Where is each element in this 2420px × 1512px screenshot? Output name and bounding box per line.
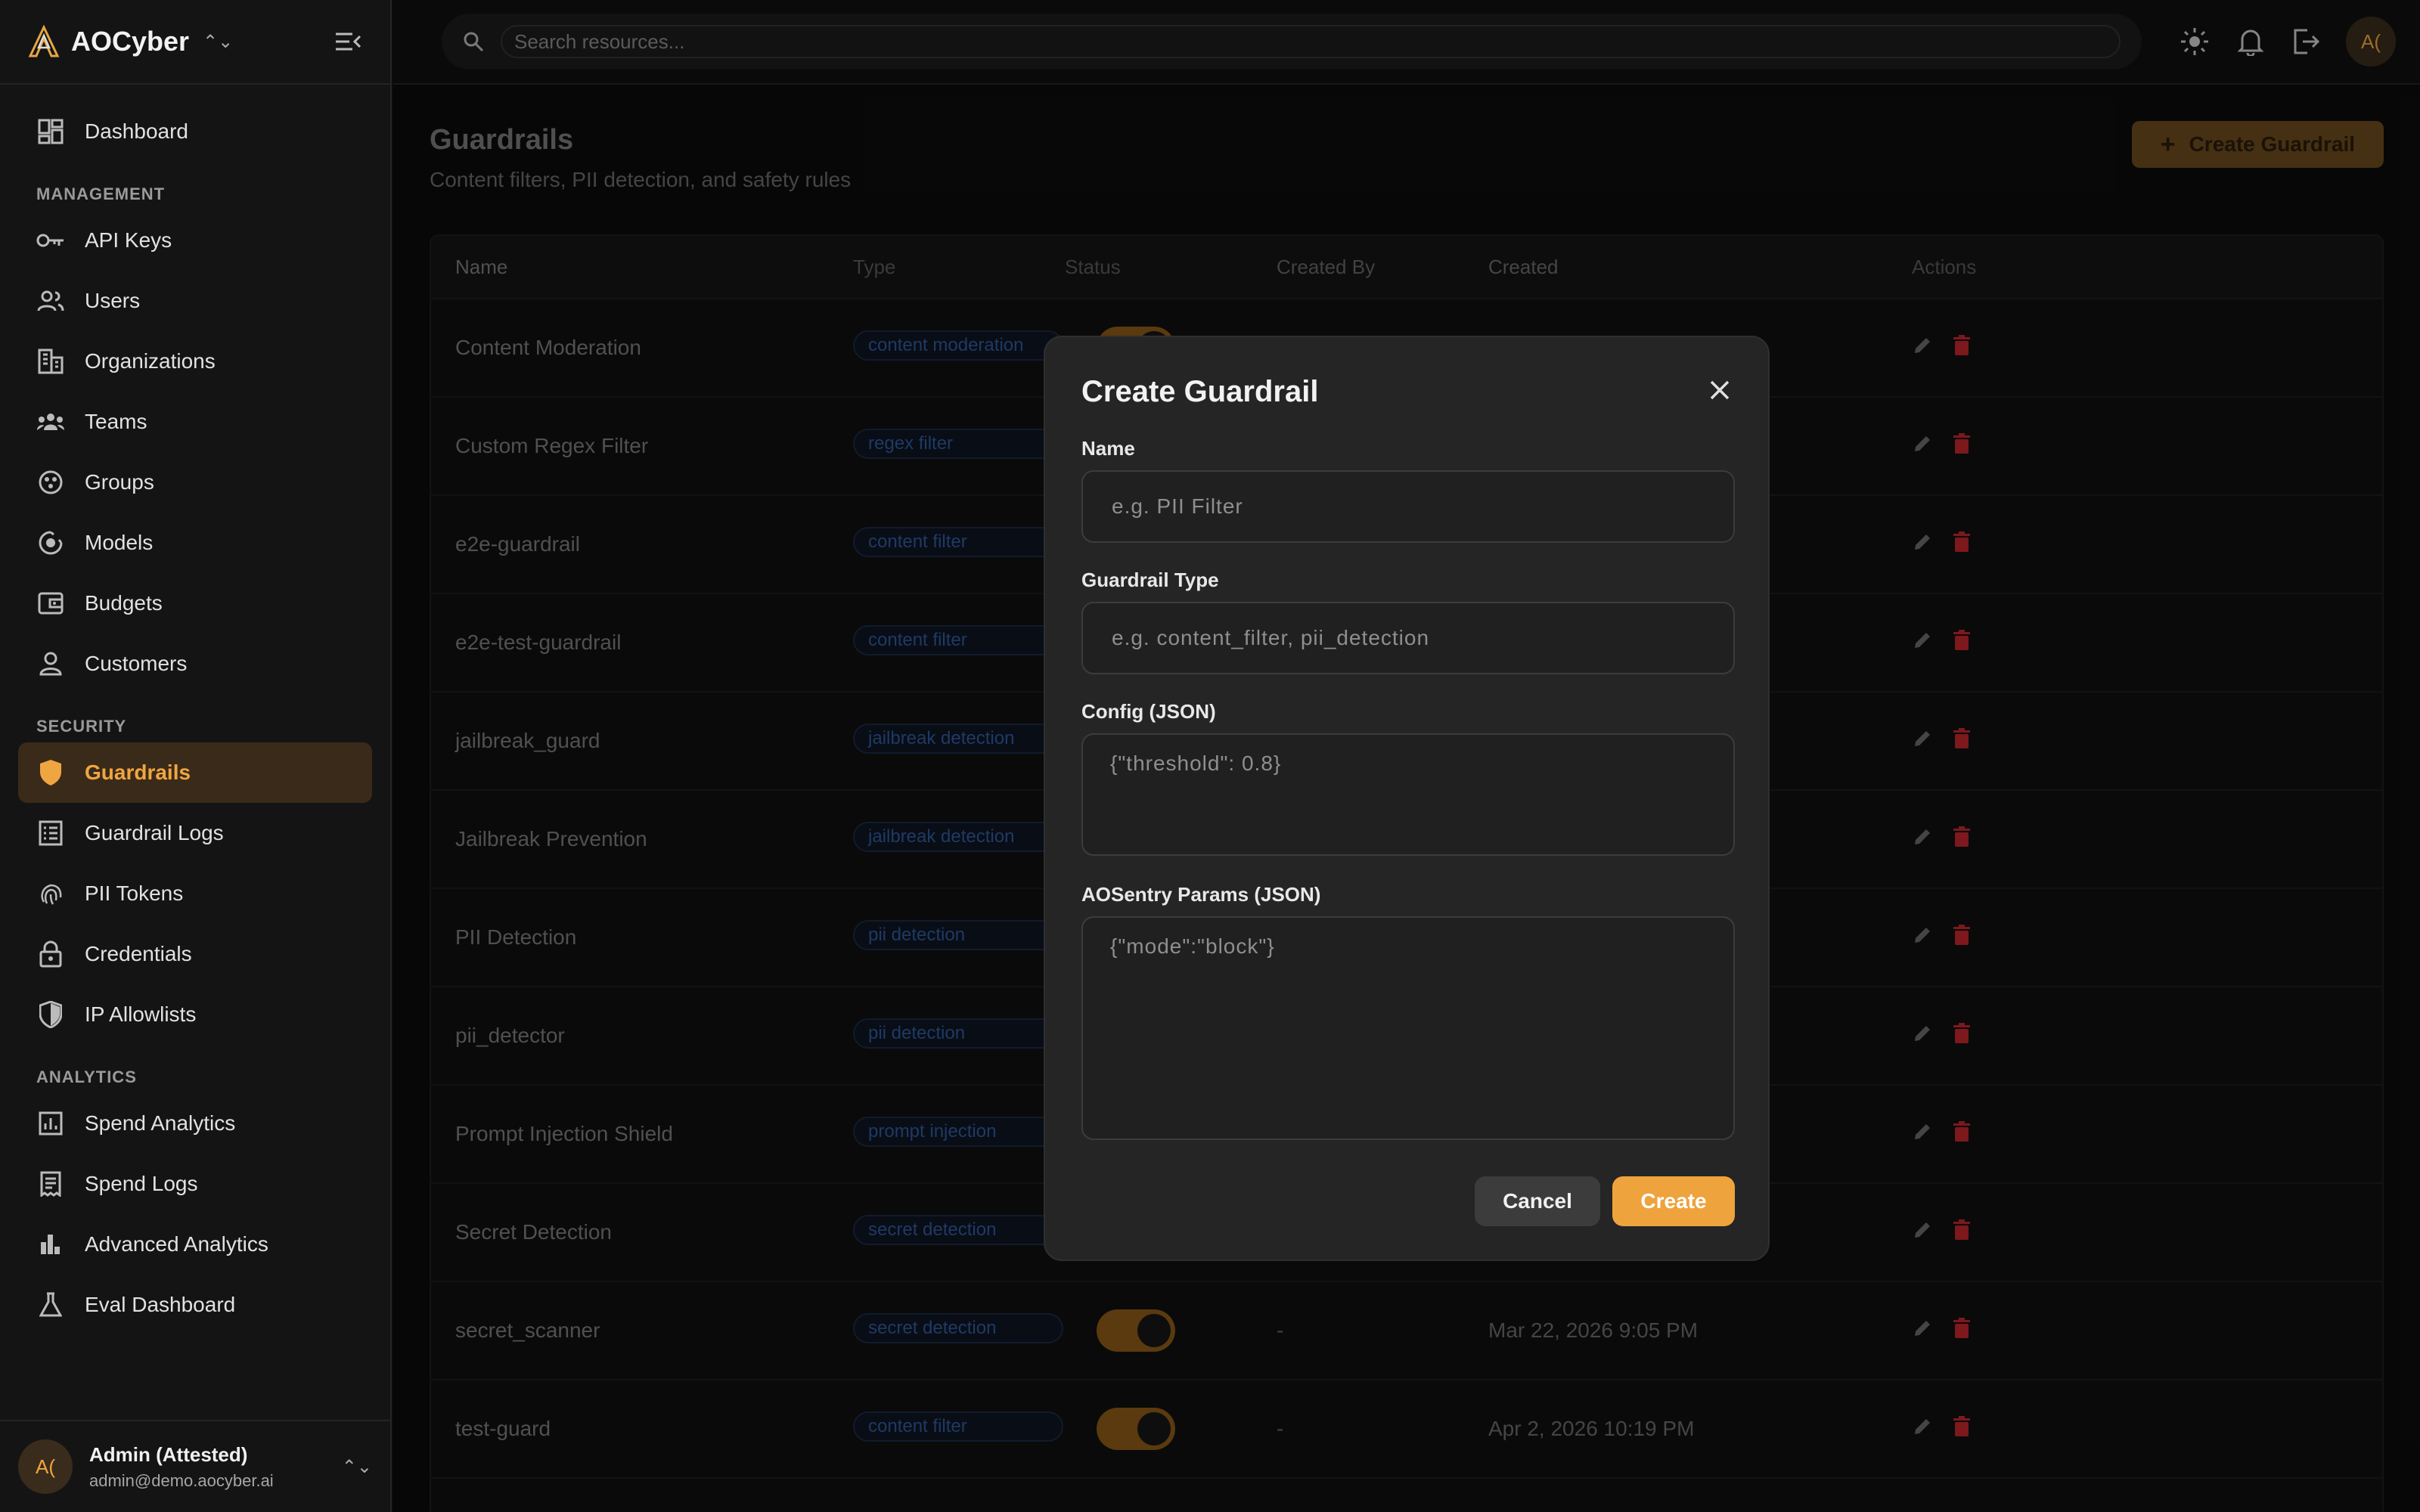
- sidebar-item-label: Customers: [85, 652, 188, 675]
- sidebar-item-label: Advanced Analytics: [85, 1232, 268, 1256]
- avatar: A(: [18, 1439, 73, 1494]
- user-name: Admin (Attested): [89, 1442, 248, 1466]
- guardrail-type-input[interactable]: [1081, 602, 1735, 674]
- sidebar-item-label: IP Allowlists: [85, 1002, 197, 1026]
- sidebar-item-label: Organizations: [85, 349, 216, 373]
- org-switch-chevron-icon[interactable]: ⌃⌄: [203, 31, 233, 53]
- type-label: Guardrail Type: [1081, 569, 1219, 591]
- user-menu[interactable]: A( Admin (Attested) admin@demo.aocyber.a…: [0, 1420, 390, 1512]
- sidebar-item-label: Eval Dashboard: [85, 1293, 236, 1316]
- sidebar-item-eval-dashboard[interactable]: Eval Dashboard: [18, 1275, 372, 1335]
- sidebar-item-spend-logs[interactable]: Spend Logs: [18, 1154, 372, 1214]
- create-guardrail-modal: Create Guardrail Name Guardrail Type Con…: [1044, 336, 1770, 1261]
- sidebar-item-api-keys[interactable]: API Keys: [18, 210, 372, 271]
- config-json-textarea[interactable]: [1081, 733, 1735, 856]
- sidebar-item-label: Users: [85, 289, 141, 312]
- aocyber-logo-icon: [28, 25, 60, 57]
- sidebar-item-ip-allowlists[interactable]: IP Allowlists: [18, 984, 372, 1045]
- groups-icon: [36, 468, 65, 497]
- key-icon: [36, 226, 65, 255]
- section-management: MANAGEMENT: [36, 184, 166, 203]
- users-icon: [36, 287, 65, 315]
- sidebar-item-guardrail-logs[interactable]: Guardrail Logs: [18, 803, 372, 863]
- brand-name[interactable]: AOCyber: [71, 26, 189, 57]
- sidebar-item-groups[interactable]: Groups: [18, 452, 372, 513]
- sidebar-item-label: Teams: [85, 410, 147, 433]
- person-icon: [36, 649, 65, 678]
- sidebar-item-spend-analytics[interactable]: Spend Analytics: [18, 1093, 372, 1154]
- sidebar-item-label: Dashboard: [85, 119, 188, 143]
- sidebar-item-guardrails[interactable]: Guardrails: [18, 742, 372, 803]
- sidebar-item-label: Spend Analytics: [85, 1111, 236, 1135]
- sidebar-item-label: Guardrails: [85, 761, 191, 784]
- chevron-updown-icon[interactable]: ⌃⌄: [342, 1456, 372, 1478]
- sidebar-item-advanced-analytics[interactable]: Advanced Analytics: [18, 1214, 372, 1275]
- shield-check-icon: [36, 1000, 65, 1029]
- sidebar-item-models[interactable]: Models: [18, 513, 372, 573]
- team-icon: [36, 407, 65, 436]
- sidebar-item-customers[interactable]: Customers: [18, 634, 372, 694]
- sidebar-item-label: Spend Logs: [85, 1172, 198, 1195]
- sidebar-item-label: Budgets: [85, 591, 163, 615]
- sidebar-item-budgets[interactable]: Budgets: [18, 573, 372, 634]
- list-icon: [36, 819, 65, 847]
- sidebar-item-label: Groups: [85, 470, 154, 494]
- fingerprint-icon: [36, 879, 65, 908]
- sidebar-item-dashboard[interactable]: Dashboard: [18, 101, 372, 162]
- sidebar-item-users[interactable]: Users: [18, 271, 372, 331]
- modal-title: Create Guardrail: [1081, 375, 1319, 408]
- section-analytics: ANALYTICS: [36, 1067, 137, 1086]
- collapse-sidebar-icon[interactable]: [333, 26, 363, 57]
- section-security: SECURITY: [36, 717, 127, 736]
- cancel-button[interactable]: Cancel: [1475, 1176, 1600, 1226]
- sidebar: AOCyber ⌃⌄ Dashboard MANAGEMENT API Keys…: [0, 0, 392, 1512]
- shield-icon: [36, 758, 65, 787]
- sidebar-item-label: Credentials: [85, 942, 192, 965]
- sidebar-item-organizations[interactable]: Organizations: [18, 331, 372, 392]
- flask-icon: [36, 1290, 65, 1319]
- brand-header: AOCyber ⌃⌄: [0, 0, 390, 85]
- sidebar-item-teams[interactable]: Teams: [18, 392, 372, 452]
- sidebar-item-label: API Keys: [85, 228, 172, 252]
- name-label: Name: [1081, 437, 1135, 460]
- bar-chart-icon: [36, 1230, 65, 1259]
- name-input[interactable]: [1081, 470, 1735, 543]
- sidebar-item-label: Guardrail Logs: [85, 821, 224, 844]
- lock-icon: [36, 940, 65, 968]
- user-info: Admin (Attested) admin@demo.aocyber.ai: [89, 1443, 274, 1491]
- aosentry-params-textarea[interactable]: [1081, 916, 1735, 1140]
- config-label: Config (JSON): [1081, 700, 1216, 723]
- user-email: admin@demo.aocyber.ai: [89, 1470, 274, 1490]
- close-icon[interactable]: [1705, 375, 1735, 405]
- sidebar-item-label: PII Tokens: [85, 881, 184, 905]
- create-button[interactable]: Create: [1612, 1176, 1735, 1226]
- chart-icon: [36, 1109, 65, 1138]
- sidebar-nav: Dashboard MANAGEMENT API Keys Users Orga…: [0, 85, 390, 1335]
- sidebar-item-pii-tokens[interactable]: PII Tokens: [18, 863, 372, 924]
- sidebar-item-credentials[interactable]: Credentials: [18, 924, 372, 984]
- wallet-icon: [36, 589, 65, 618]
- params-label: AOSentry Params (JSON): [1081, 883, 1321, 906]
- models-icon: [36, 528, 65, 557]
- receipt-icon: [36, 1170, 65, 1198]
- building-icon: [36, 347, 65, 376]
- dashboard-icon: [36, 117, 65, 146]
- sidebar-item-label: Models: [85, 531, 154, 554]
